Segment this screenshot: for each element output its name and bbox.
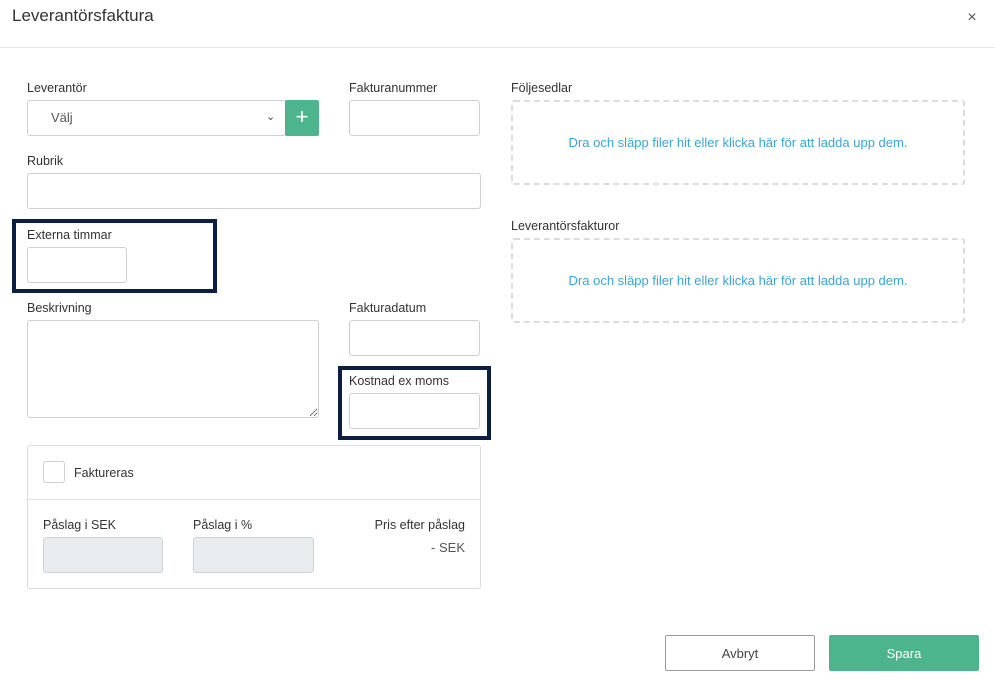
description-textarea[interactable] [27, 320, 319, 418]
markup-pct-input [193, 537, 314, 573]
header-divider [0, 47, 995, 48]
invoice-number-input[interactable] [349, 100, 480, 136]
close-icon[interactable]: × [963, 9, 981, 27]
delivery-notes-label: Följesedlar [511, 81, 573, 95]
markup-sek-label: Påslag i SEK [43, 518, 116, 532]
cancel-button[interactable]: Avbryt [665, 635, 815, 671]
price-after-markup-value: - SEK [431, 540, 465, 555]
chevron-down-icon: ⌄ [266, 111, 276, 123]
billed-label: Faktureras [74, 466, 134, 480]
supplier-invoices-dropzone-text: Dra och släpp filer hit eller klicka här… [568, 273, 908, 288]
external-hours-label: Externa timmar [27, 228, 112, 242]
price-after-markup-label: Pris efter påslag [374, 518, 465, 532]
invoice-number-label: Fakturanummer [349, 81, 438, 95]
cancel-button-label: Avbryt [721, 645, 759, 661]
invoice-date-input[interactable] [349, 320, 480, 356]
billing-panel-divider [28, 499, 480, 500]
external-hours-input[interactable] [27, 247, 127, 283]
description-label: Beskrivning [27, 301, 92, 315]
subject-input[interactable] [27, 173, 481, 209]
billed-checkbox[interactable] [43, 461, 65, 483]
delivery-notes-dropzone-text: Dra och släpp filer hit eller klicka här… [568, 135, 908, 150]
cost-ex-vat-label: Kostnad ex moms [349, 374, 450, 388]
subject-label: Rubrik [27, 154, 64, 168]
save-button-label: Spara [886, 645, 922, 661]
save-button[interactable]: Spara [829, 635, 979, 671]
supplier-label: Leverantör [27, 81, 87, 95]
supplier-invoices-label: Leverantörsfakturor [511, 219, 620, 233]
cost-ex-vat-input[interactable] [349, 393, 480, 429]
delivery-notes-dropzone[interactable]: Dra och släpp filer hit eller klicka här… [511, 100, 965, 185]
markup-sek-input [43, 537, 163, 573]
supplier-invoices-dropzone[interactable]: Dra och släpp filer hit eller klicka här… [511, 238, 965, 323]
markup-pct-label: Påslag i % [193, 518, 253, 532]
supplier-select-value: Välj [51, 110, 73, 125]
dialog-title: Leverantörsfaktura [12, 6, 154, 25]
invoice-date-label: Fakturadatum [349, 301, 427, 315]
add-supplier-button[interactable]: + [285, 100, 319, 136]
